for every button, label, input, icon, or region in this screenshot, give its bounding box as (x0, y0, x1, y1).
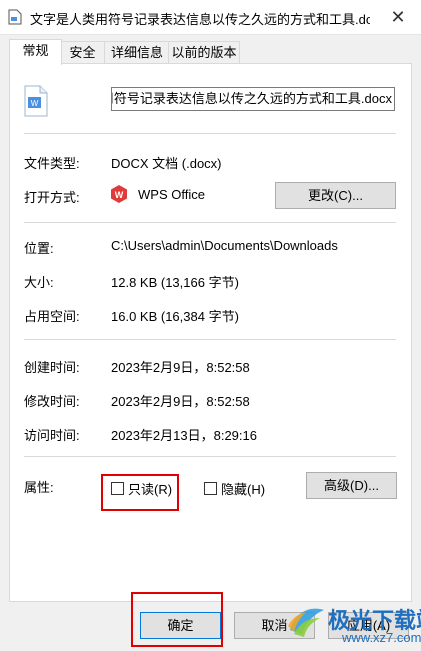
tab-previous-versions[interactable]: 以前的版本 (168, 41, 240, 64)
file-type-label: 文件类型: (24, 156, 80, 171)
tab-security[interactable]: 安全 (60, 41, 105, 64)
location-value: C:\Users\admin\Documents\Downloads (111, 238, 338, 253)
close-icon: ✕ (390, 6, 406, 27)
change-button[interactable]: 更改(C)... (275, 182, 396, 209)
divider (24, 339, 396, 340)
document-icon (8, 9, 22, 25)
tab-details[interactable]: 详细信息 (104, 41, 170, 64)
attributes-label: 属性: (24, 480, 54, 495)
accessed-label: 访问时间: (24, 428, 80, 443)
size-label: 大小: (24, 275, 54, 290)
divider (24, 222, 396, 223)
modified-value: 2023年2月9日，8:52:58 (111, 394, 250, 409)
created-label: 创建时间: (24, 360, 80, 375)
watermark: 极光下载站 www.xz7.com (286, 600, 421, 651)
divider (24, 133, 396, 134)
size-value: 12.8 KB (13,166 字节) (111, 275, 239, 290)
created-value: 2023年2月9日，8:52:58 (111, 360, 250, 375)
readonly-highlight (101, 474, 179, 511)
title-bar: 文字是人类用符号记录表达信息以传之久远的方式和工具.docx 属... ✕ (0, 0, 421, 35)
word-file-icon: W (24, 85, 48, 117)
size-on-disk-value: 16.0 KB (16,384 字节) (111, 309, 239, 324)
location-label: 位置: (24, 241, 54, 256)
checkbox-box[interactable] (204, 482, 217, 495)
svg-text:W: W (115, 190, 124, 200)
open-with-label: 打开方式: (24, 190, 80, 205)
accessed-value: 2023年2月13日，8:29:16 (111, 428, 257, 443)
divider (24, 456, 396, 457)
aurora-logo-icon (288, 608, 324, 637)
hidden-checkbox[interactable]: 隐藏(H) (204, 479, 265, 498)
close-button[interactable]: ✕ (375, 0, 421, 34)
ok-highlight (131, 592, 223, 647)
svg-text:W: W (31, 99, 39, 108)
watermark-url: www.xz7.com (342, 630, 421, 645)
file-name-field[interactable]: 文字是人类用符号记录表达信息以传之久远的方式和工具.docx (111, 87, 395, 111)
tab-general[interactable]: 常规 (9, 39, 62, 65)
modified-label: 修改时间: (24, 394, 80, 409)
file-type-value: DOCX 文档 (.docx) (111, 156, 222, 171)
advanced-button[interactable]: 高级(D)... (306, 472, 397, 499)
size-on-disk-label: 占用空间: (24, 309, 80, 324)
wps-office-icon: W (111, 185, 127, 203)
window-title: 文字是人类用符号记录表达信息以传之久远的方式和工具.docx 属... (30, 12, 370, 27)
general-panel: W 文字是人类用符号记录表达信息以传之久远的方式和工具.docx 文件类型: D… (9, 63, 412, 602)
open-with-value: WPS Office (138, 187, 205, 202)
